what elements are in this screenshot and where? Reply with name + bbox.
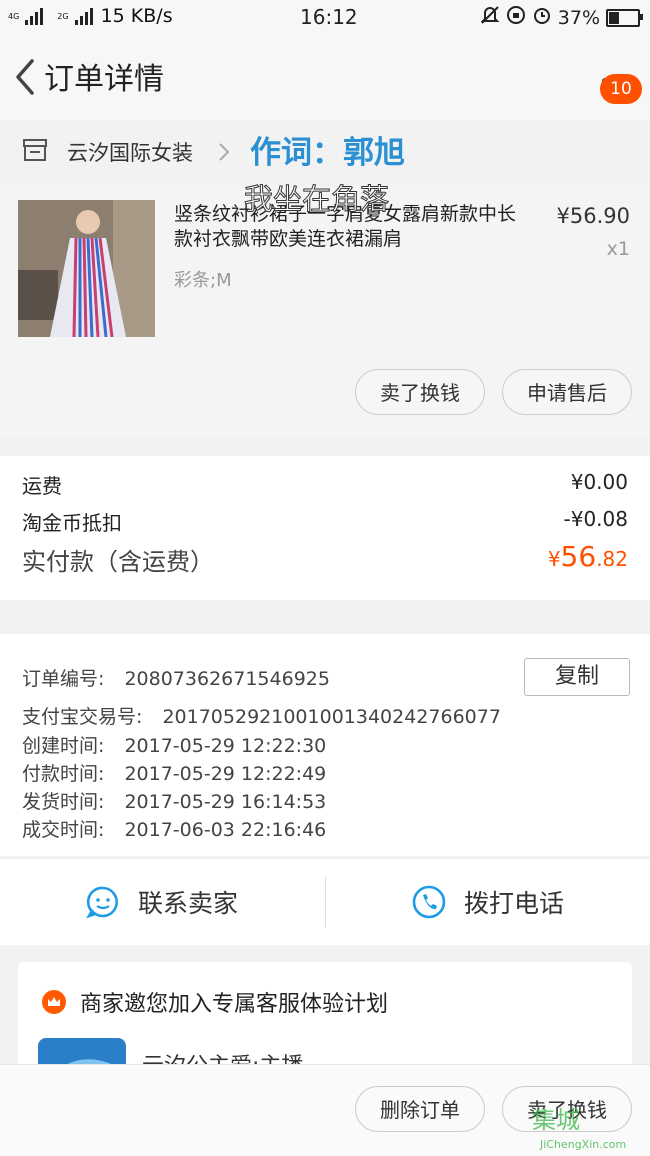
chevron-right-icon bbox=[219, 143, 230, 161]
order-number-label: 订单编号: bbox=[22, 668, 105, 690]
contact-seller-label: 联系卖家 bbox=[138, 889, 239, 918]
after-sale-button[interactable]: 申请售后 bbox=[502, 369, 632, 415]
status-right: 37% bbox=[480, 5, 643, 30]
call-phone-label: 拨打电话 bbox=[464, 889, 565, 918]
created-time-row: 创建时间: 2017-05-29 12:22:30 bbox=[22, 731, 326, 758]
crown-icon bbox=[42, 990, 66, 1014]
message-count-badge[interactable]: 10 bbox=[600, 74, 642, 104]
contact-bar: 联系卖家 拨打电话 bbox=[0, 858, 650, 945]
fee-summary: 运费 ¥0.00 淘金币抵扣 -¥0.08 实付款（含运费） ¥56.82 bbox=[0, 456, 650, 600]
created-time: 2017-05-29 12:22:30 bbox=[124, 735, 327, 757]
alarm-icon bbox=[532, 5, 552, 30]
created-time-label: 创建时间: bbox=[22, 735, 105, 757]
total-paid-integer: 56 bbox=[560, 540, 597, 573]
back-arrow-icon[interactable] bbox=[14, 58, 36, 96]
shipped-time: 2017-05-29 16:14:53 bbox=[124, 791, 327, 813]
paid-time-row: 付款时间: 2017-05-29 12:22:49 bbox=[22, 759, 326, 786]
coin-deduction-label: 淘金币抵扣 bbox=[22, 511, 122, 535]
shipped-time-label: 发货时间: bbox=[22, 791, 105, 813]
product-quantity: x1 bbox=[606, 238, 630, 260]
product-price: ¥56.90 bbox=[556, 204, 630, 228]
clock: 16:12 bbox=[300, 5, 358, 29]
lyrics-overlay-line1: 作词：郭旭 bbox=[250, 135, 405, 171]
lyrics-overlay-line2: 我坐在角落 bbox=[243, 182, 390, 217]
mute-icon bbox=[480, 5, 500, 30]
sell-for-cash-button[interactable]: 卖了换钱 bbox=[355, 369, 485, 415]
alipay-row: 支付宝交易号: 2017052921001001340242766077 bbox=[22, 702, 501, 729]
shipped-time-row: 发货时间: 2017-05-29 16:14:53 bbox=[22, 787, 326, 814]
done-time-label: 成交时间: bbox=[22, 819, 105, 841]
page-title: 订单详情 bbox=[44, 62, 164, 97]
status-bar: 4G 2G 15 KB/s 16:12 37% bbox=[0, 0, 650, 34]
total-paid-value: ¥56.82 bbox=[548, 540, 628, 573]
shipping-label: 运费 bbox=[22, 474, 62, 498]
total-paid-label: 实付款（含运费） bbox=[22, 548, 214, 576]
divider bbox=[325, 877, 326, 927]
chat-bubble-icon bbox=[86, 886, 119, 919]
rotation-lock-icon bbox=[506, 5, 526, 30]
network-speed: 15 KB/s bbox=[100, 5, 173, 27]
shipping-value: ¥0.00 bbox=[570, 470, 628, 494]
delete-order-button[interactable]: 删除订单 bbox=[355, 1086, 485, 1132]
phone-icon bbox=[412, 885, 446, 919]
contact-seller-button[interactable]: 联系卖家 bbox=[86, 859, 238, 945]
paid-time: 2017-05-29 12:22:49 bbox=[124, 763, 327, 785]
promo-title: 商家邀您加入专属客服体验计划 bbox=[80, 992, 389, 1017]
total-paid-decimal: .82 bbox=[596, 547, 628, 571]
signal-icon bbox=[25, 7, 51, 25]
site-watermark: 集城 bbox=[532, 1106, 580, 1134]
battery-percent: 37% bbox=[557, 6, 600, 29]
alipay-number: 2017052921001001340242766077 bbox=[162, 706, 501, 728]
order-number-row: 订单编号: 20807362671546925 bbox=[22, 664, 330, 691]
signal-icon-2 bbox=[74, 7, 95, 25]
nav-header: 订单详情 10 bbox=[0, 34, 650, 120]
battery-icon bbox=[606, 8, 643, 27]
network-2g-label: 2G bbox=[57, 11, 69, 21]
status-left: 4G 2G 15 KB/s bbox=[8, 5, 173, 27]
network-4g-label: 4G bbox=[8, 11, 20, 21]
copy-button[interactable]: 复制 bbox=[524, 658, 630, 696]
coin-deduction-value: -¥0.08 bbox=[563, 507, 628, 531]
product-sku: 彩条;M bbox=[174, 270, 232, 291]
order-info: 订单编号: 20807362671546925 复制 支付宝交易号: 20170… bbox=[0, 634, 650, 856]
alipay-label: 支付宝交易号: bbox=[22, 706, 143, 728]
order-number: 20807362671546925 bbox=[124, 668, 330, 690]
done-time: 2017-06-03 22:16:46 bbox=[124, 819, 327, 841]
shop-name[interactable]: 云汐国际女装 bbox=[67, 137, 193, 167]
store-icon bbox=[23, 139, 47, 161]
paid-time-label: 付款时间: bbox=[22, 763, 105, 785]
total-paid-currency: ¥ bbox=[547, 547, 561, 571]
service-promo-card[interactable]: 商家邀您加入专属客服体验计划 云汐公主爱:主播 bbox=[18, 962, 632, 1072]
product-card[interactable]: 竖条纹衬衫裙子一字肩夏女露肩新款中长款衬衣飘带欧美连衣裙漏肩 彩条;M ¥56.… bbox=[0, 186, 650, 436]
site-watermark-url: JiChengXin.com bbox=[540, 1138, 627, 1151]
call-phone-button[interactable]: 拨打电话 bbox=[412, 859, 564, 945]
done-time-row: 成交时间: 2017-06-03 22:16:46 bbox=[22, 815, 326, 842]
product-thumbnail[interactable] bbox=[18, 200, 155, 337]
